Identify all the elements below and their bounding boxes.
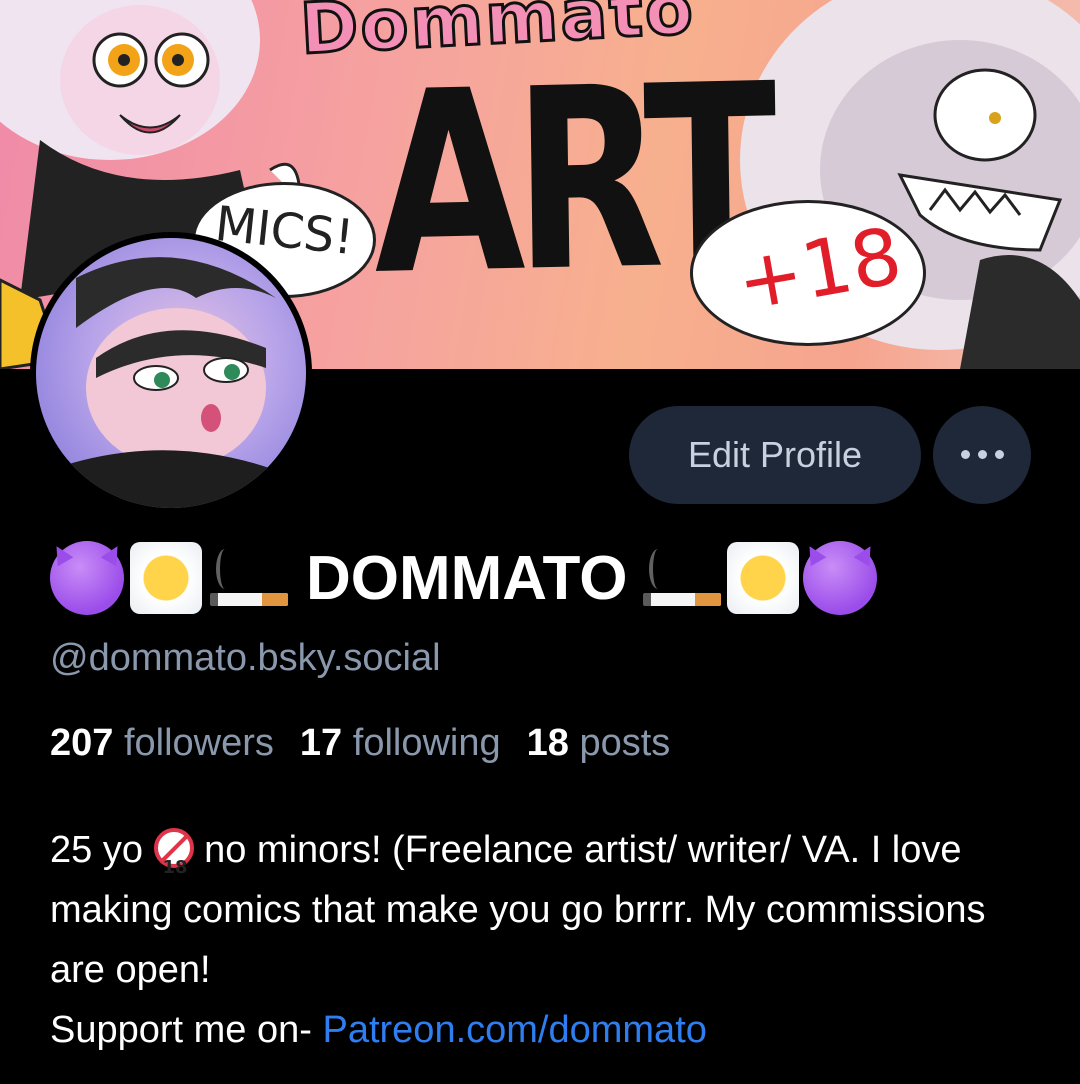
posts-count: 18 <box>526 722 569 764</box>
profile-handle: @dommato.bsky.social <box>50 637 441 679</box>
smiling-devil-emoji <box>803 541 878 615</box>
following-link[interactable]: 17 following <box>300 722 501 764</box>
followers-label: followers <box>123 722 274 764</box>
followers-link[interactable]: 207 followers <box>50 722 274 764</box>
face-in-clouds-emoji <box>130 542 202 614</box>
bubble-18-text: +18 <box>730 211 909 329</box>
banner-speech-bubble-18: +18 <box>690 200 926 346</box>
avatar-artwork <box>56 257 296 508</box>
ellipsis-icon <box>957 446 1008 464</box>
cigarette-emoji <box>206 541 290 615</box>
edit-profile-button[interactable]: Edit Profile <box>629 406 921 504</box>
display-name-row: DOMMATO <box>50 538 883 618</box>
followers-count: 207 <box>50 722 114 764</box>
cigarette-emoji <box>639 541 723 615</box>
avatar-image <box>36 238 306 508</box>
profile-bio: 25 yo 18 no minors! (Freelance artist/ w… <box>50 820 1040 1060</box>
posts-stat: 18 posts <box>527 722 671 764</box>
following-label: following <box>352 722 501 764</box>
display-name: DOMMATO <box>306 543 628 613</box>
bio-support-text: Support me on- <box>50 1009 312 1051</box>
bio-age: 25 yo <box>50 829 143 871</box>
avatar[interactable] <box>30 232 312 514</box>
following-count: 17 <box>299 722 343 764</box>
no-one-under-eighteen-icon: 18 <box>153 828 194 878</box>
posts-label: posts <box>579 722 671 764</box>
patreon-link[interactable]: Patreon.com/dommato <box>322 1009 706 1051</box>
profile-stats: 207 followers 17 following 18 posts <box>50 722 670 765</box>
smiling-devil-emoji <box>50 541 124 615</box>
face-in-clouds-emoji <box>727 542 800 614</box>
more-options-button[interactable] <box>933 406 1031 504</box>
no18-badge-text: 18 <box>162 857 188 878</box>
